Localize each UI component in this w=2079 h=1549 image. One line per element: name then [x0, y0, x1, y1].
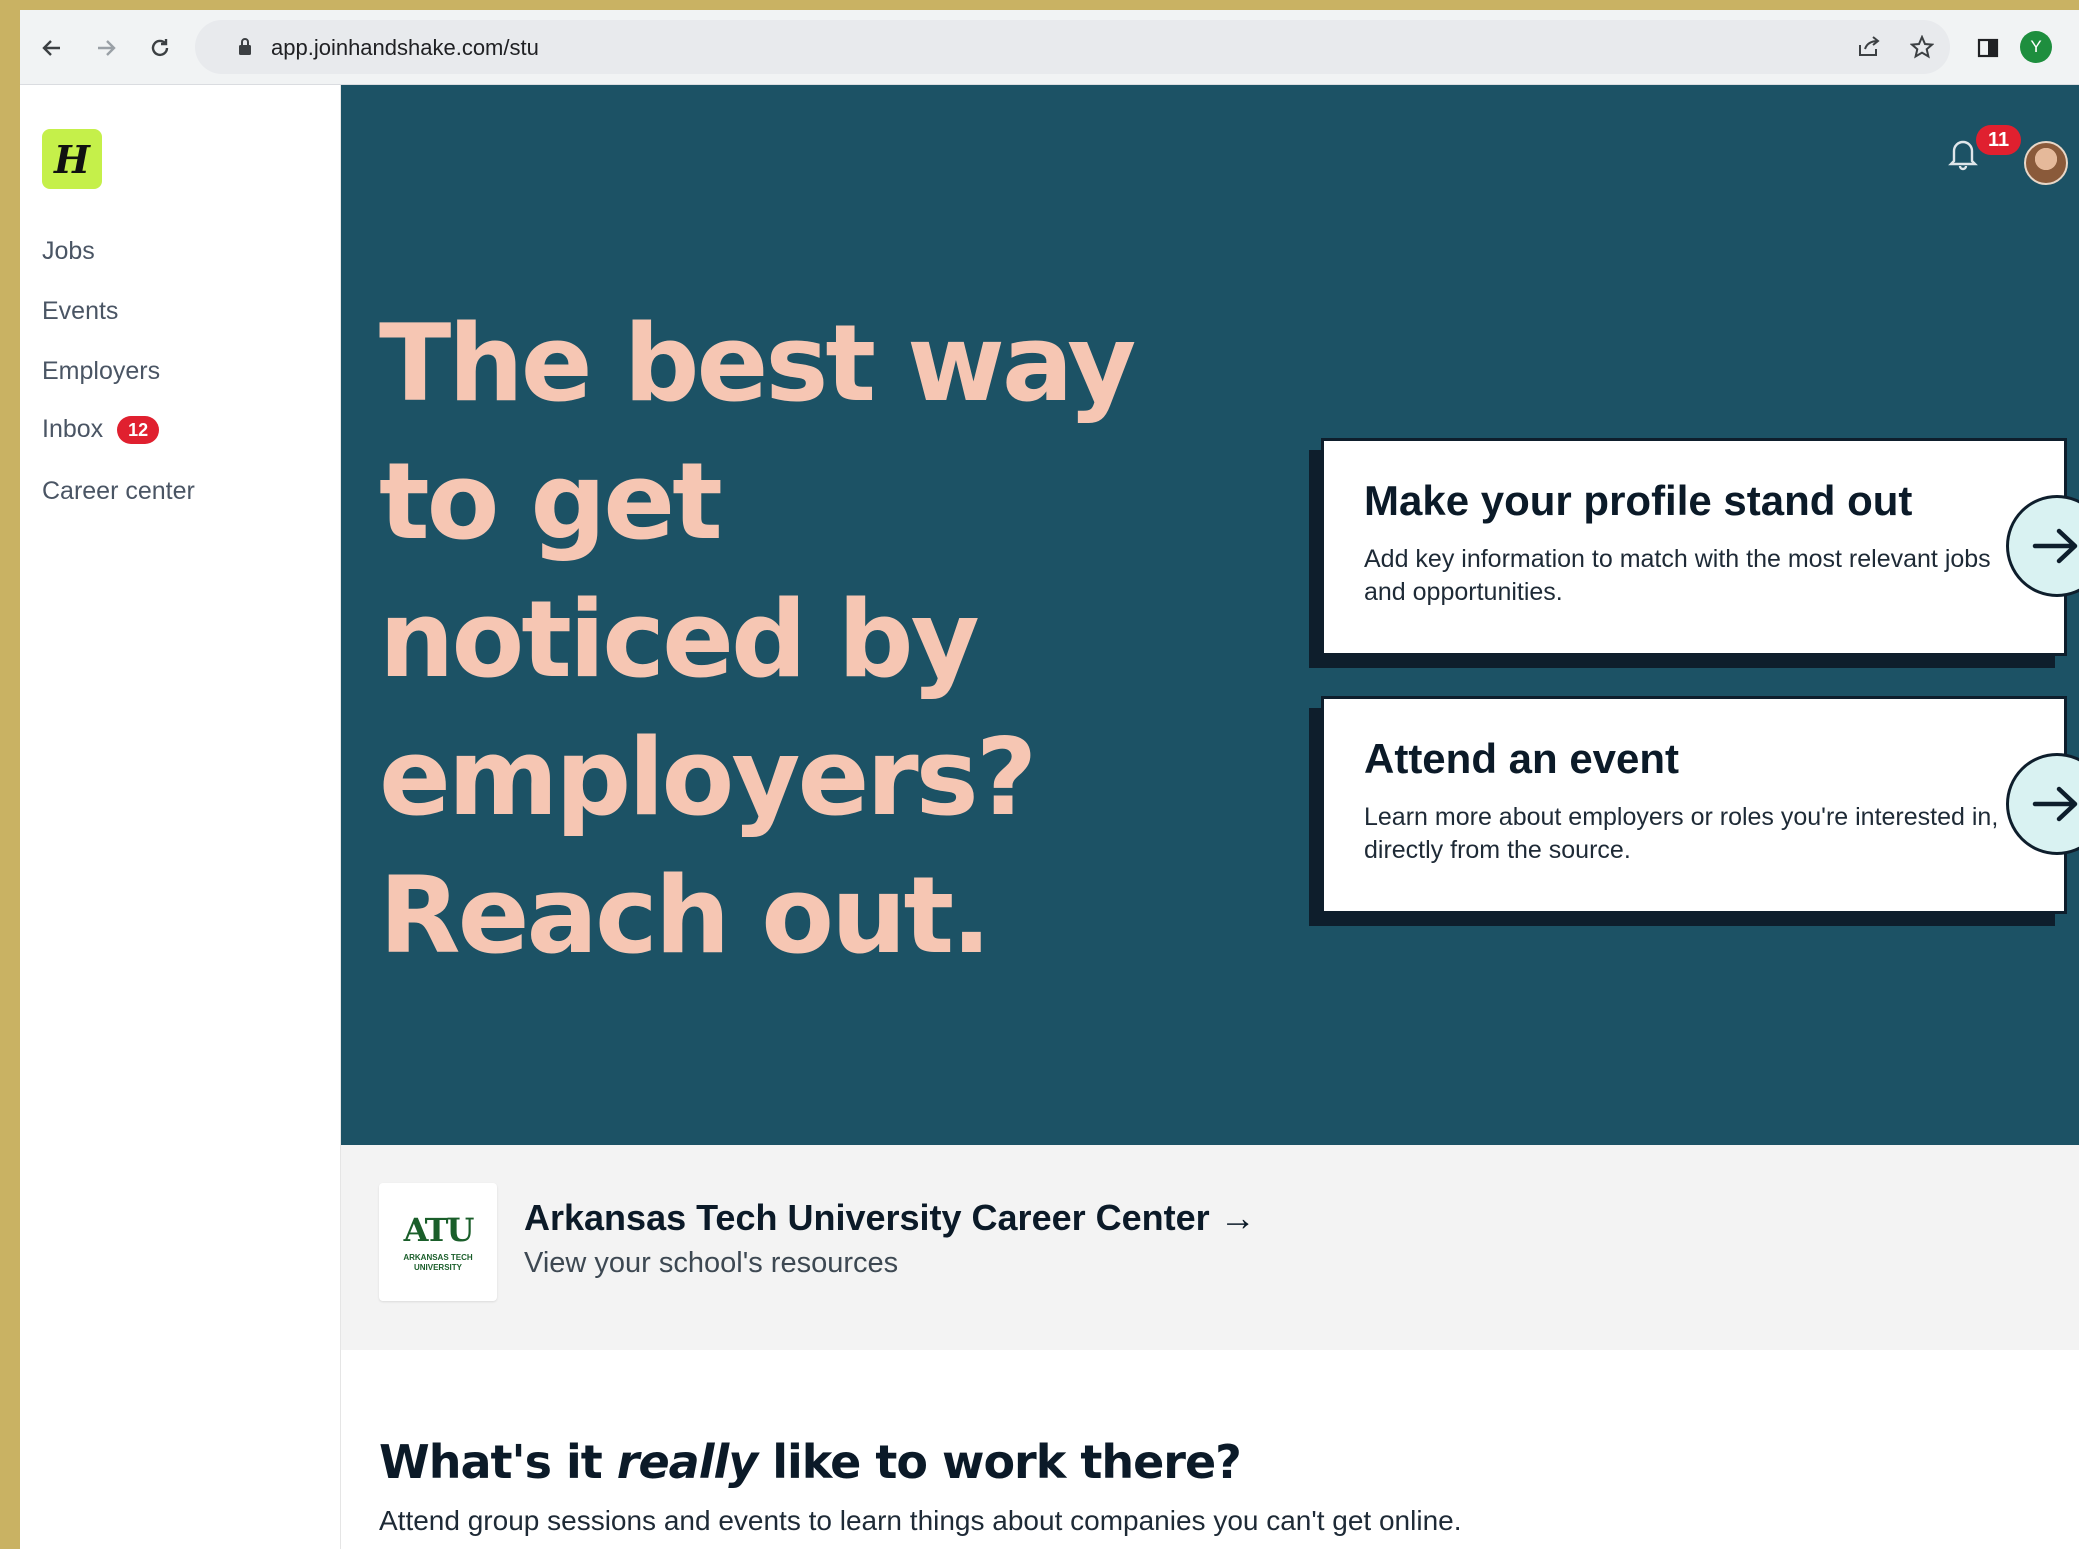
card-body: Add key information to match with the mo…: [1364, 545, 1991, 606]
sidebar-item-events[interactable]: Events: [42, 297, 118, 326]
sidebar-item-career-center[interactable]: Career center: [42, 477, 195, 506]
hero-headline-line: Reach out.: [379, 854, 991, 977]
sidebar-item-label: Inbox: [42, 415, 104, 443]
back-arrow-icon[interactable]: [34, 30, 70, 66]
share-icon[interactable]: [1855, 33, 1883, 61]
lock-icon[interactable]: [231, 33, 259, 61]
hero-headline-line: to get: [379, 440, 723, 563]
arrow-right-icon: [2032, 528, 2078, 564]
sidebar-item-label: Events: [42, 297, 119, 325]
school-career-center-link[interactable]: ATU ARKANSAS TECH UNIVERSITY Arkansas Te…: [341, 1145, 2079, 1350]
school-career-center-subtitle: View your school's resources: [524, 1247, 899, 1279]
card-title: Make your profile stand out: [1364, 477, 1913, 524]
sidebar: H Jobs Events Employers Inbox 12 Career …: [20, 85, 341, 1549]
user-avatar[interactable]: [2024, 141, 2068, 185]
event-card[interactable]: Attend an event Learn more about employe…: [1321, 696, 2067, 914]
browser-window: app.joinhandshake.com/stu Y H Jobs Event…: [20, 10, 2079, 1549]
card-body: Learn more about employers or roles you'…: [1364, 803, 1999, 864]
sidebar-item-employers[interactable]: Employers: [42, 357, 160, 386]
url-text[interactable]: app.joinhandshake.com/stu: [271, 35, 539, 61]
handshake-logo[interactable]: H: [42, 129, 102, 189]
hero-headline: The best way to get noticed by employers…: [379, 295, 1279, 985]
sidebar-item-label: Career center: [42, 477, 195, 505]
inbox-count-badge: 12: [117, 415, 160, 444]
section-subtitle: Attend group sessions and events to lear…: [379, 1505, 1462, 1536]
profile-card[interactable]: Make your profile stand out Add key info…: [1321, 438, 2067, 656]
browser-toolbar: app.joinhandshake.com/stu Y: [20, 10, 2079, 85]
card-title: Attend an event: [1364, 735, 1680, 782]
notification-count-badge: 11: [1976, 125, 2022, 155]
school-logo: ATU ARKANSAS TECH UNIVERSITY: [379, 1183, 497, 1301]
sidebar-item-label: Employers: [42, 357, 161, 385]
bookmark-star-icon[interactable]: [1908, 33, 1936, 61]
sidebar-item-jobs[interactable]: Jobs: [42, 237, 95, 266]
section-title: What's it really like to work there?: [379, 1435, 1242, 1489]
school-career-center-title[interactable]: Arkansas Tech University Career Center →: [524, 1197, 1256, 1239]
notification-bell-icon[interactable]: [1946, 135, 1980, 176]
hero-headline-line: The best way: [379, 302, 1136, 425]
hero-banner: 11 The best way to get noticed by employ…: [341, 85, 2079, 1145]
address-bar[interactable]: app.joinhandshake.com/stu: [195, 20, 1950, 74]
side-panel-icon[interactable]: [1970, 30, 2006, 66]
browser-profile-avatar[interactable]: Y: [2020, 31, 2052, 63]
hero-headline-line: noticed by: [379, 578, 980, 701]
arrow-right-icon: [2032, 786, 2078, 822]
sidebar-item-inbox[interactable]: Inbox 12: [42, 415, 160, 444]
sidebar-item-label: Jobs: [42, 237, 95, 265]
reload-icon[interactable]: [142, 30, 178, 66]
hero-headline-line: employers?: [379, 716, 1037, 839]
forward-arrow-icon[interactable]: [88, 30, 124, 66]
